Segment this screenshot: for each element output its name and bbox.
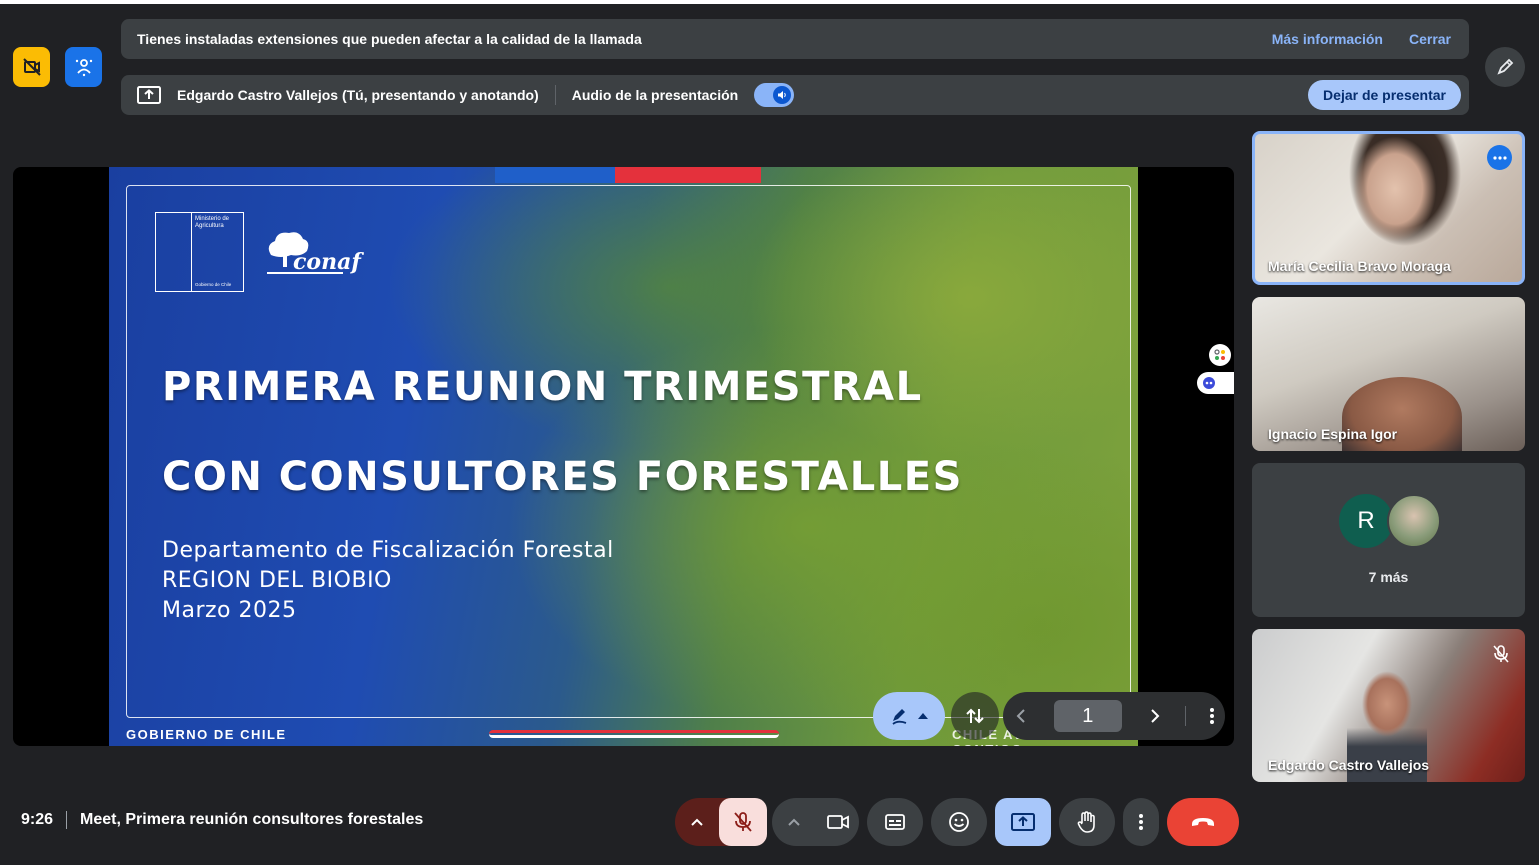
video-options-button[interactable] — [772, 798, 816, 846]
more-options-button[interactable] — [1123, 798, 1159, 846]
ministry-logo: Ministerio de Agricultura Gobierno de Chi… — [155, 212, 244, 292]
extension-apps-button[interactable] — [1209, 344, 1231, 366]
page-number-input[interactable]: 1 — [1053, 700, 1122, 732]
previous-page-icon[interactable] — [1013, 707, 1031, 725]
conaf-logo: conaf — [263, 227, 361, 277]
swap-view-button[interactable] — [951, 692, 999, 740]
extensions-warning-banner: Tienes instaladas extensiones que pueden… — [121, 19, 1469, 59]
pen-icon — [1497, 58, 1514, 75]
meeting-info: 9:26 Meet, Primera reunión consultores f… — [21, 811, 423, 829]
hand-icon — [1077, 811, 1095, 833]
annotation-tools-button[interactable] — [873, 692, 945, 740]
microphone-control — [675, 798, 767, 846]
chevron-up-icon — [788, 818, 800, 826]
more-horizontal-icon — [1492, 155, 1507, 160]
video-off-indicator-button[interactable] — [13, 47, 50, 87]
camera-control — [772, 798, 859, 846]
audio-options-button[interactable] — [675, 798, 719, 846]
video-off-icon — [22, 58, 41, 76]
presenter-label: Edgardo Castro Vallejos (Tú, presentando… — [177, 87, 539, 103]
extension-bot-button[interactable] — [1197, 372, 1234, 394]
ministry-footer: Gobierno de Chile — [195, 282, 232, 288]
stop-presenting-button[interactable]: Dejar de presentar — [1308, 80, 1461, 110]
apps-icon — [1214, 349, 1225, 360]
presentation-slide: Ministerio de Agricultura Gobierno de Chi… — [109, 167, 1138, 746]
more-participants-label: 7 más — [1368, 569, 1409, 585]
annotate-pen-icon — [892, 709, 907, 725]
slide-title-line1: PRIMERA REUNION TRIMESTRAL — [162, 364, 923, 410]
slide-subtitle-line3: Marzo 2025 — [162, 598, 297, 623]
next-page-icon[interactable] — [1145, 707, 1163, 725]
raise-hand-button[interactable] — [1059, 798, 1115, 846]
mic-off-icon — [1493, 645, 1509, 663]
participant-name: Ignacio Espina Igor — [1268, 426, 1398, 442]
extensions-warning-text: Tienes instaladas extensiones que pueden… — [137, 31, 642, 47]
emoji-icon — [949, 812, 969, 832]
more-info-link[interactable]: Más información — [1272, 31, 1383, 47]
swap-arrows-icon — [966, 708, 984, 724]
self-view-tile[interactable]: Edgardo Castro Vallejos — [1252, 629, 1525, 782]
participant-tile[interactable]: María Cecilia Bravo Moraga — [1252, 131, 1525, 285]
speaker-icon — [773, 86, 792, 104]
hang-up-icon — [1192, 818, 1214, 826]
caret-up-icon — [918, 713, 928, 719]
presenting-bar: Edgardo Castro Vallejos (Tú, presentando… — [121, 75, 1469, 115]
participant-name: Edgardo Castro Vallejos — [1268, 757, 1430, 773]
clock-time: 9:26 — [21, 811, 54, 828]
participant-name: María Cecilia Bravo Moraga — [1268, 258, 1451, 274]
tile-options-button[interactable] — [1487, 145, 1512, 170]
close-banner-link[interactable]: Cerrar — [1409, 31, 1451, 47]
captions-icon — [885, 814, 905, 830]
reactions-button[interactable] — [931, 798, 987, 846]
flag-stripe-red — [615, 167, 761, 183]
ministry-name: Ministerio de Agricultura — [195, 216, 230, 229]
annotate-button[interactable] — [1485, 47, 1525, 87]
conaf-logo-text: conaf — [293, 249, 361, 275]
chile-crest-icon — [156, 213, 192, 291]
presentation-audio-label: Audio de la presentación — [571, 87, 739, 103]
divider — [554, 85, 556, 105]
visual-effects-button[interactable] — [65, 47, 102, 87]
slide-footer-left: GOBIERNO DE CHILE — [126, 727, 287, 742]
presentation-audio-toggle[interactable] — [754, 83, 795, 107]
meeting-title: Meet, Primera reunión consultores forest… — [80, 811, 424, 828]
flag-stripe-blue — [495, 167, 615, 183]
present-screen-icon — [1011, 813, 1035, 831]
participant-tile[interactable]: Ignacio Espina Igor — [1252, 297, 1525, 451]
present-screen-icon — [137, 86, 161, 104]
camera-icon — [826, 815, 849, 829]
slide-subtitle-line1: Departamento de Fiscalización Forestal — [162, 538, 614, 563]
mic-toggle-button[interactable] — [719, 798, 767, 846]
camera-toggle-button[interactable] — [816, 798, 859, 846]
avatar — [1387, 494, 1441, 548]
present-screen-button[interactable] — [995, 798, 1051, 846]
slide-subtitle-line2: REGION DEL BIOBIO — [162, 568, 392, 593]
slide-title-line2: CON CONSULTORES FORESTALLES — [162, 454, 963, 500]
more-vertical-icon — [1139, 814, 1143, 830]
avatar: R — [1339, 494, 1393, 548]
participant-overflow-tile[interactable]: R 7 más — [1252, 463, 1525, 617]
more-options-icon[interactable] — [1209, 707, 1215, 725]
window-top-edge — [0, 0, 1539, 4]
bot-icon — [1203, 377, 1215, 389]
presentation-stage: Ministerio de Agricultura Gobierno de Chi… — [13, 167, 1234, 746]
captions-button[interactable] — [867, 798, 923, 846]
mic-off-icon — [734, 812, 752, 832]
chevron-up-icon — [691, 818, 703, 826]
slide-pager: 1 — [1003, 692, 1225, 740]
divider — [66, 811, 68, 829]
effects-icon — [75, 59, 92, 77]
slide-swoosh — [489, 730, 779, 738]
leave-call-button[interactable] — [1167, 798, 1239, 846]
